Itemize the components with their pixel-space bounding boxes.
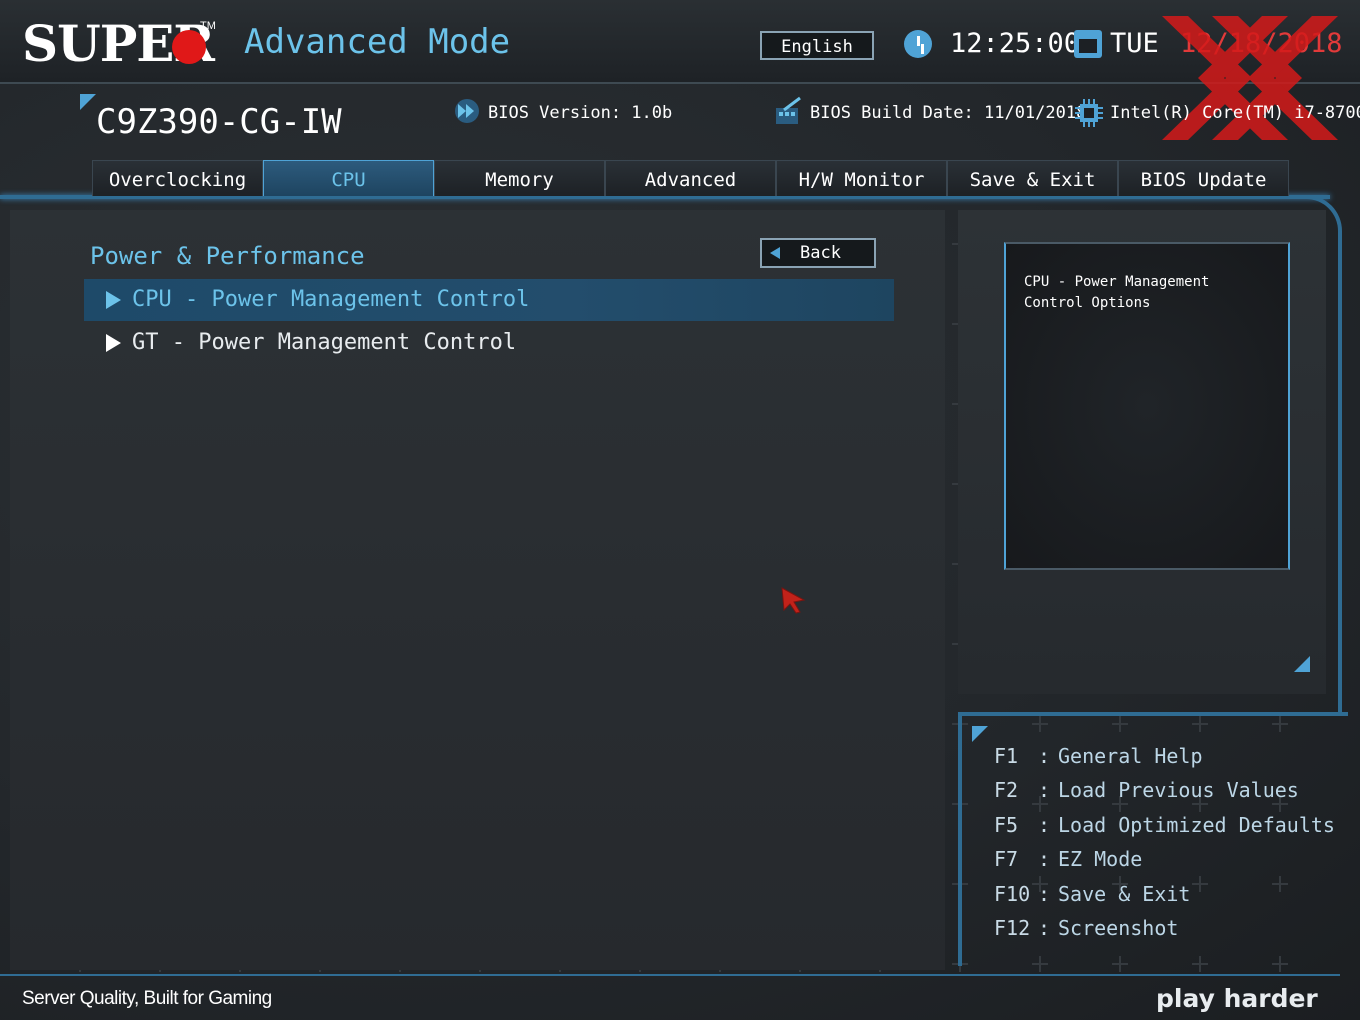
board-name: C9Z390-CG-IW — [96, 102, 342, 142]
corner-accent-icon — [972, 726, 988, 742]
submenu-arrow-icon — [106, 291, 121, 309]
tab-cpu[interactable]: CPU — [263, 160, 434, 196]
tab-memory[interactable]: Memory — [434, 160, 605, 196]
tab-bios-update[interactable]: BIOS Update — [1118, 160, 1289, 196]
brand-logo-tm: TM — [200, 20, 216, 32]
hotkey-key: F1 — [994, 744, 1019, 768]
menu-item-label: CPU - Power Management Control — [132, 287, 530, 312]
system-day: TUE — [1110, 28, 1159, 59]
bios-build-date: BIOS Build Date: 11/01/2018 — [810, 103, 1087, 123]
hotkey-row: F7: EZ Mode — [994, 847, 1142, 871]
hotkey-key: F2 — [994, 778, 1019, 802]
menu-item-cpu-power-management[interactable]: CPU - Power Management Control — [84, 279, 894, 321]
back-button[interactable]: Back — [760, 238, 876, 268]
back-arrow-icon — [770, 247, 780, 259]
section-title: Power & Performance — [90, 242, 365, 270]
hotkey-action: General Help — [1058, 744, 1203, 768]
hotkey-sep: : — [1038, 778, 1051, 802]
bios-version-icon — [455, 99, 479, 123]
tab-hw-monitor[interactable]: H/W Monitor — [776, 160, 947, 196]
hotkey-sep: : — [1038, 916, 1051, 940]
hotkey-sep: : — [1038, 813, 1051, 837]
hotkey-key: F12 — [994, 916, 1031, 940]
hotkey-key: F7 — [994, 847, 1019, 871]
tab-overclocking[interactable]: Overclocking — [92, 160, 263, 196]
clock-icon — [904, 30, 932, 58]
tab-bar: Overclocking CPU Memory Advanced H/W Mon… — [92, 160, 1289, 196]
cpu-chip-icon — [1075, 99, 1103, 127]
help-text: CPU - Power Management Control Options — [1024, 274, 1210, 311]
submenu-arrow-icon — [106, 334, 121, 352]
brand-logo-dot — [172, 30, 206, 64]
hotkey-key: F5 — [994, 813, 1019, 837]
hotkey-action: Load Previous Values — [1058, 778, 1299, 802]
hotkey-action: Load Optimized Defaults — [1058, 813, 1335, 837]
hotkey-row: F2: Load Previous Values — [994, 778, 1299, 802]
hotkey-action: EZ Mode — [1058, 847, 1143, 871]
hotkey-action: Screenshot — [1058, 916, 1179, 940]
system-time[interactable]: 12:25:00 — [950, 28, 1080, 59]
language-select[interactable]: English — [760, 31, 874, 60]
menu-item-gt-power-management[interactable]: GT - Power Management Control — [84, 322, 894, 364]
tab-save-exit[interactable]: Save & Exit — [947, 160, 1118, 196]
hotkey-sep: : — [1038, 882, 1051, 906]
hotkey-row: F10: Save & Exit — [994, 882, 1190, 906]
bios-build-date-icon — [776, 96, 801, 124]
cpu-name: Intel(R) Core(TM) i7-8700K — [1110, 103, 1360, 123]
tab-advanced[interactable]: Advanced — [605, 160, 776, 196]
hotkey-row: F1: General Help — [994, 744, 1203, 768]
corner-accent-icon — [80, 94, 96, 110]
mode-title: Advanced Mode — [244, 22, 511, 62]
back-button-label: Back — [800, 243, 841, 263]
footer-divider — [0, 974, 1340, 976]
mouse-pointer-icon — [781, 587, 806, 614]
calendar-icon — [1074, 30, 1102, 58]
play-harder-logo: play harder — [1156, 984, 1318, 1013]
hotkey-row: F5: Load Optimized Defaults — [994, 813, 1335, 837]
hotkey-sep: : — [1038, 847, 1051, 871]
corner-accent-icon — [1294, 656, 1310, 672]
menu-item-label: GT - Power Management Control — [132, 330, 517, 355]
hotkey-sep: : — [1038, 744, 1051, 768]
hotkey-row: F12: Screenshot — [994, 916, 1178, 940]
footer-tagline: Server Quality, Built for Gaming — [22, 988, 272, 1009]
bios-version: BIOS Version: 1.0b — [488, 103, 673, 123]
hotkey-key: F10 — [994, 882, 1031, 906]
hotkey-action: Save & Exit — [1058, 882, 1191, 906]
